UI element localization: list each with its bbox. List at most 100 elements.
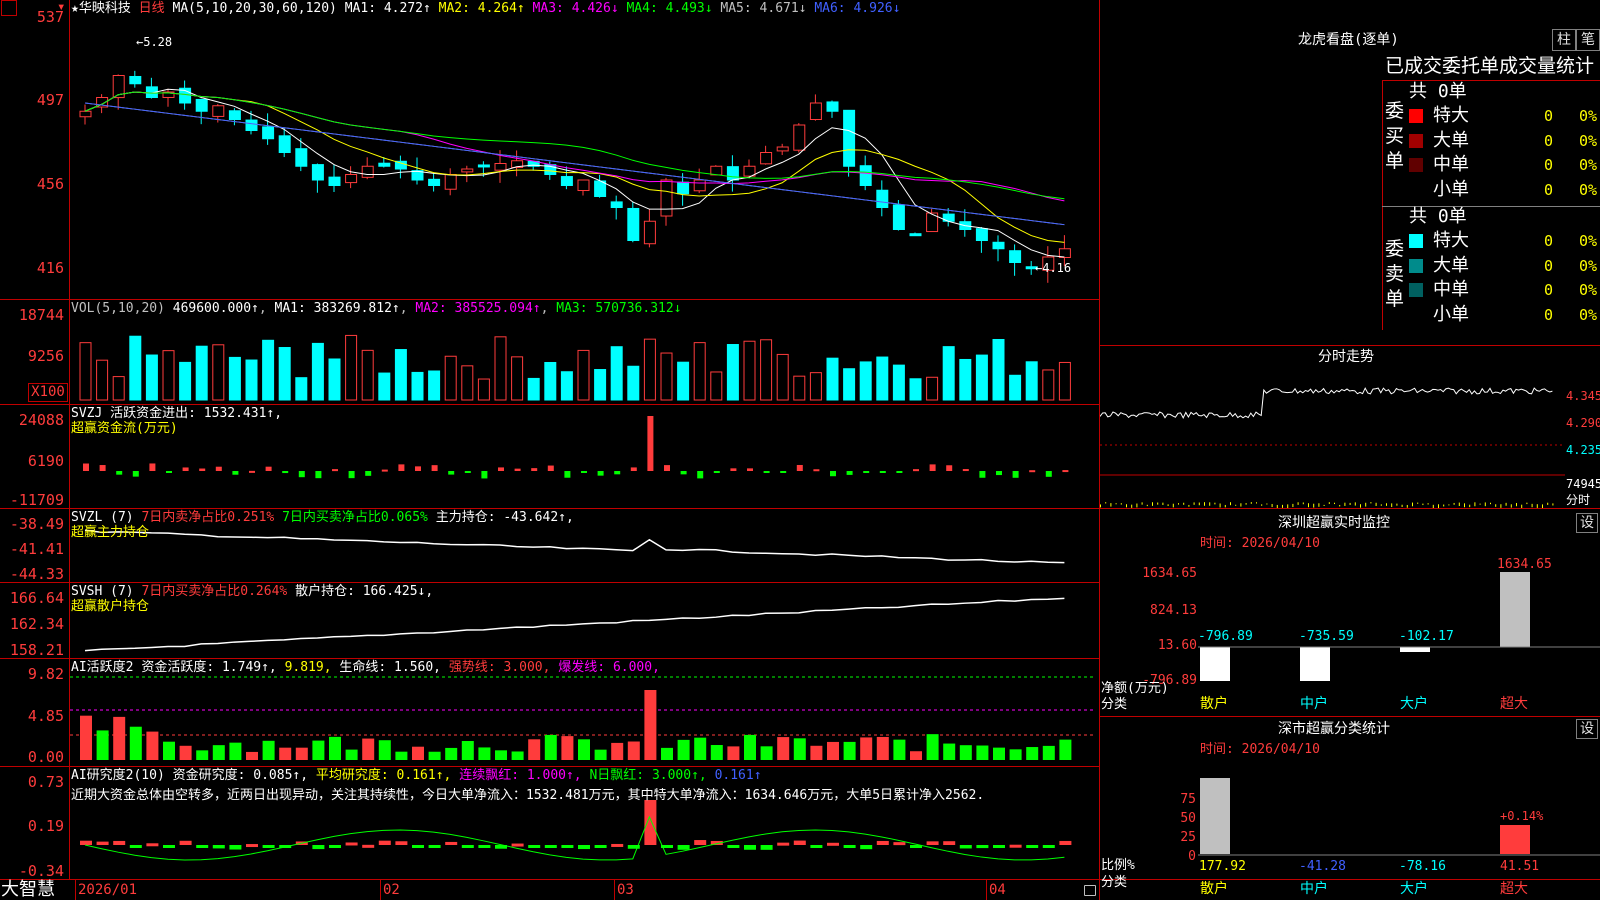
candle xyxy=(560,176,573,186)
activity-bar xyxy=(893,739,906,760)
activity-bar xyxy=(644,690,657,760)
ai-active-t3: 生命线: 1.560, xyxy=(339,660,442,675)
activity-bar xyxy=(445,747,458,760)
category-bar xyxy=(1500,572,1530,647)
volume-bar xyxy=(428,370,441,401)
activity-bar xyxy=(1009,749,1022,760)
fenshi-volume xyxy=(1146,504,1148,507)
star-icon[interactable]: ★ xyxy=(71,1,79,16)
stock-name: 华映科技 xyxy=(78,1,131,16)
lock-icon[interactable] xyxy=(1084,885,1096,896)
volume-bar xyxy=(162,350,175,401)
stats-tabs[interactable]: 已成交委托单成交量统计 xyxy=(1385,55,1594,77)
fenshi-volume xyxy=(1396,503,1398,506)
flow-bar xyxy=(713,471,720,473)
research-bar xyxy=(113,840,126,845)
sz-stats-value: -41.28 xyxy=(1299,859,1346,874)
volume-bar xyxy=(295,377,308,401)
volume-bar xyxy=(975,354,988,401)
sz-monitor-xlabel: 分类 xyxy=(1101,697,1128,712)
flow-bar xyxy=(365,471,372,476)
activity-bar xyxy=(461,741,474,760)
divider xyxy=(0,879,1600,880)
fenshi-volume xyxy=(1484,502,1486,507)
flow-bar xyxy=(747,468,753,471)
activity-bar xyxy=(594,749,607,760)
volume-bar xyxy=(643,338,656,401)
volume-bar xyxy=(179,361,192,401)
sz-monitor-value: -102.17 xyxy=(1399,629,1454,644)
sz-stats-tick: 50 xyxy=(1180,811,1196,826)
fenshi-volume xyxy=(1516,503,1517,507)
activity-bar xyxy=(196,750,209,760)
flow-bar xyxy=(547,465,554,471)
research-bar xyxy=(694,840,707,845)
sz-stats-title: 深市超赢分类统计 xyxy=(1278,721,1390,737)
volume-bar xyxy=(145,354,158,401)
period-label[interactable]: 日线 xyxy=(139,1,165,16)
column-mode-button[interactable]: 柱 xyxy=(1552,29,1576,51)
fenshi-volume xyxy=(1100,504,1101,508)
activity-bar xyxy=(246,751,258,760)
activity-bar xyxy=(179,745,192,760)
ai-research-header: AI研究度2(10) 资金研究度: 0.085↑, 平均研究度: 0.161↑,… xyxy=(71,768,762,783)
sz-stats-xlabel: 分类 xyxy=(1101,875,1128,890)
volume-bar xyxy=(1042,369,1055,401)
fenshi-volume xyxy=(1490,502,1491,505)
category-bar xyxy=(1500,825,1530,854)
volume-bar xyxy=(328,358,341,401)
fenshi-volume xyxy=(1552,503,1554,506)
fenshi-volume xyxy=(1167,504,1169,506)
research-bar xyxy=(810,845,823,848)
sz-monitor-tick: 1634.65 xyxy=(1142,566,1197,581)
volume-label: VOL(5,10,20) xyxy=(71,301,165,316)
activity-bar xyxy=(744,734,756,760)
brand-logo[interactable]: 大智慧 xyxy=(1,880,55,900)
volume-bar xyxy=(461,365,474,401)
order-count: 0 xyxy=(1544,232,1554,250)
holding-line xyxy=(84,529,1065,564)
activity-bar xyxy=(810,745,823,760)
research-bar xyxy=(1059,840,1072,845)
flow-bar xyxy=(531,468,538,471)
color-swatch xyxy=(1409,182,1423,197)
volume-bar xyxy=(527,377,540,401)
flow-bar xyxy=(215,466,222,471)
fenshi-volume xyxy=(1526,502,1528,505)
activity-bar xyxy=(495,750,507,760)
sz-monitor-title: 深圳超赢实时监控 xyxy=(1278,515,1390,531)
flow-bar xyxy=(448,471,455,475)
axis-divider xyxy=(69,0,70,880)
sz-monitor-cat: 中户 xyxy=(1300,696,1328,712)
ma-values: MA1: 4.272↑ MA2: 4.264↑ MA3: 4.426↓ MA4:… xyxy=(345,1,901,16)
candle xyxy=(262,126,275,140)
activity-bar xyxy=(611,742,624,760)
volume-unit-box[interactable]: X100 xyxy=(28,383,68,402)
candle xyxy=(826,101,839,112)
research-bar xyxy=(129,845,142,848)
volume-tick: 9256 xyxy=(27,347,64,365)
sz-monitor-settings-button[interactable]: 设 xyxy=(1576,513,1598,533)
flow-bar xyxy=(996,471,1002,476)
order-row: 小单 0 0% xyxy=(1409,304,1600,326)
volume-bar xyxy=(826,357,839,401)
activity-bar xyxy=(312,740,325,760)
volume-bar xyxy=(560,371,573,401)
order-type: 大单 xyxy=(1433,254,1469,276)
sz-stats-cat: 中户 xyxy=(1300,881,1328,897)
activity-bar xyxy=(694,737,707,760)
activity-bar xyxy=(1026,747,1039,760)
fenshi-volume xyxy=(1183,502,1185,505)
chart-canvas[interactable] xyxy=(0,0,1600,900)
research-bar xyxy=(594,845,607,848)
activity-bar xyxy=(910,751,922,760)
sz-stats-settings-button[interactable]: 设 xyxy=(1576,719,1598,739)
fenshi-volume xyxy=(1162,502,1164,506)
panel-divider xyxy=(1099,0,1100,900)
fenshi-volume xyxy=(1427,503,1429,505)
research-bar xyxy=(1026,845,1039,848)
activity-bar xyxy=(627,741,640,760)
fenshi-volume xyxy=(1204,502,1205,506)
tick-mode-button[interactable]: 笔 xyxy=(1576,29,1600,51)
fenshi-volume xyxy=(1318,503,1320,507)
